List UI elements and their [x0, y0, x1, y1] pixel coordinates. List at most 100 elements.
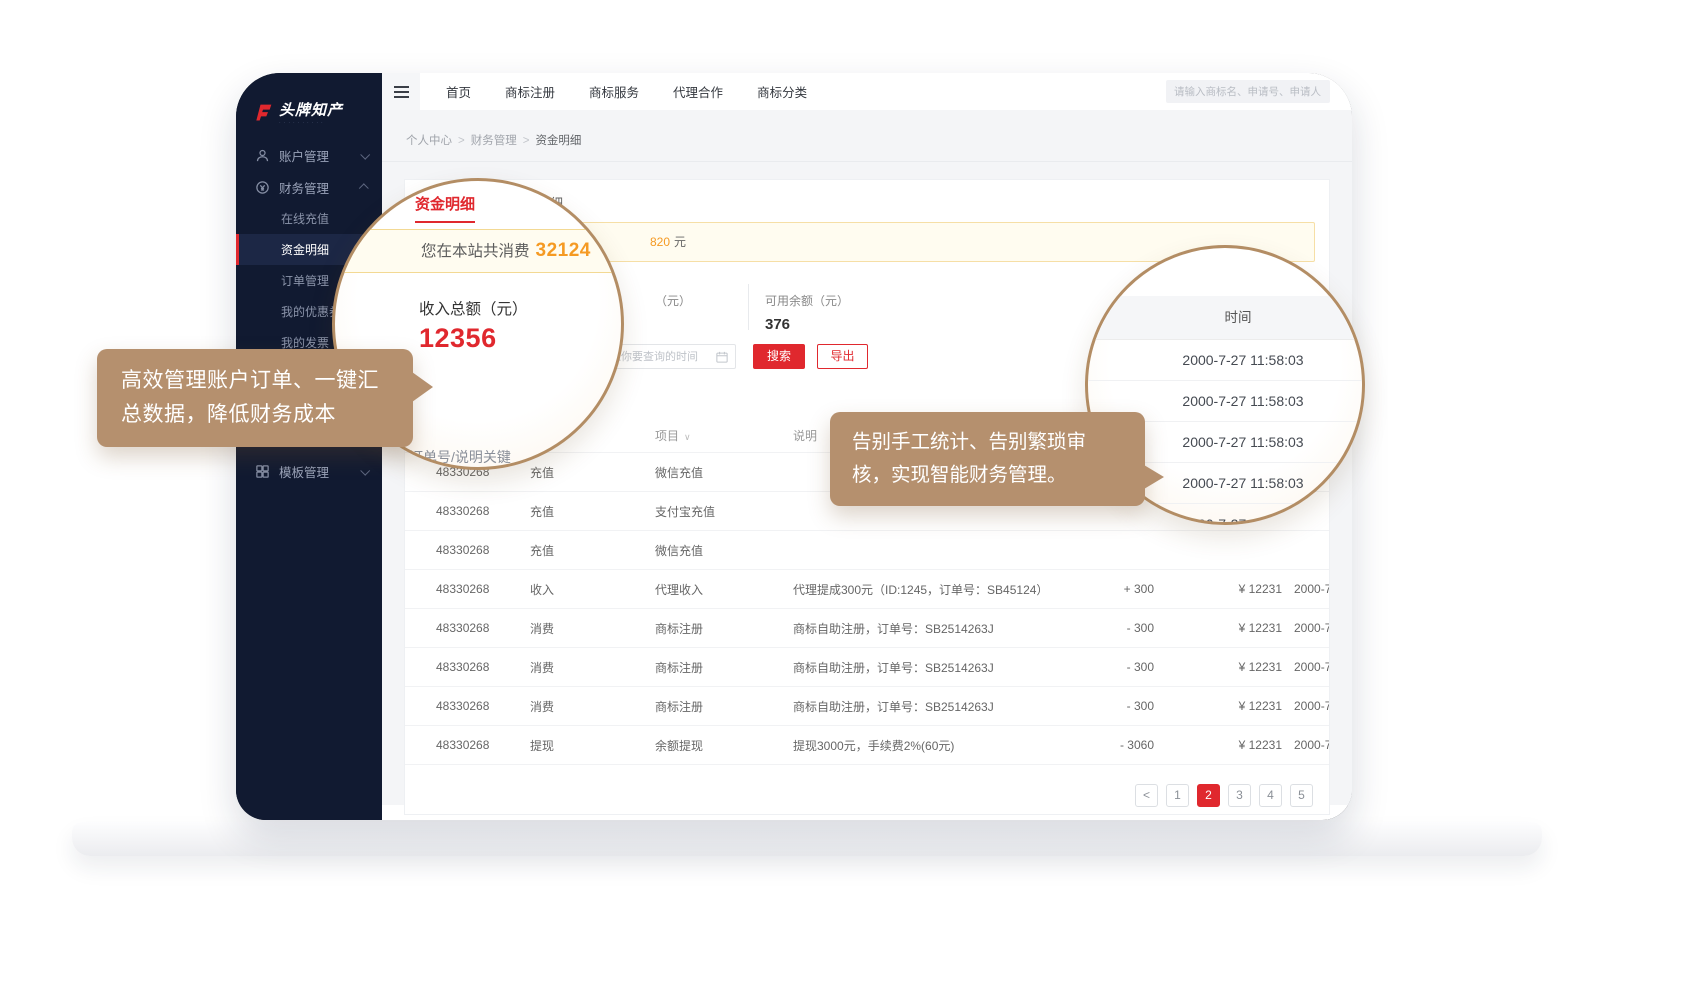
breadcrumb-current: 资金明细 — [535, 135, 581, 147]
pagination-page-button[interactable]: 3 — [1228, 784, 1251, 807]
cell-order: 48330268 — [405, 738, 530, 752]
cell-desc: 商标自助注册，订单号：SB2514263J — [793, 620, 1073, 637]
pagination-page-button[interactable]: 5 — [1290, 784, 1313, 807]
magnified-notice-bar: 您在本站共消费32124 — [333, 229, 623, 273]
col-header-project[interactable]: 项目∨ — [655, 427, 793, 444]
brand-name: 头牌知产 — [279, 103, 343, 119]
cell-order: 48330268 — [405, 543, 530, 557]
top-nav-tabs: 首页 商标注册 商标服务 代理合作 商标分类 — [446, 82, 807, 101]
cell-project: 代理收入 — [655, 581, 793, 598]
cell-project: 商标注册 — [655, 659, 793, 676]
cell-type: 充值 — [530, 542, 655, 559]
page: 头牌知产 ·········· 账户管理 — [0, 0, 1696, 1002]
magnified-time-cell-partial: 2000-7-27 11:58:03 — [1086, 504, 1364, 525]
callout-left-text: 高效管理账户订单、一键汇总数据，降低财务成本 — [121, 364, 389, 432]
cell-order: 48330268 — [405, 660, 530, 674]
export-button[interactable]: 导出 — [817, 344, 868, 369]
top-navbar: 首页 商标注册 商标服务 代理合作 商标分类 — [382, 73, 1352, 110]
cell-type: 收入 — [530, 581, 655, 598]
cell-order: 48330268 — [405, 621, 530, 635]
notice-unit: 元 — [674, 235, 686, 249]
available-balance-label: 可用余额（元） — [765, 292, 849, 309]
sort-caret-icon[interactable]: ∨ — [684, 432, 691, 442]
calendar-icon[interactable] — [716, 351, 728, 363]
template-icon — [255, 464, 270, 479]
hamburger-menu-icon[interactable] — [382, 73, 420, 110]
cell-desc: 代理提成300元（ID:1245，订单号：SB45124） — [793, 581, 1073, 598]
cell-desc: 商标自助注册，订单号：SB2514263J — [793, 698, 1073, 715]
magnified-income-label: 收入总额（元） — [419, 297, 528, 319]
sidebar-item-label: 账户管理 — [279, 146, 361, 165]
cell-desc: 商标自助注册，订单号：SB2514263J — [793, 659, 1073, 676]
callout-right: 告别手工统计、告别繁琐审核，实现智能财务管理。 — [830, 412, 1145, 506]
brand-subtext: ·········· — [279, 119, 343, 127]
pagination-page-button[interactable]: 1 — [1166, 784, 1189, 807]
brand-logo-icon — [253, 103, 273, 123]
breadcrumb: 个人中心>财务管理>资金明细 — [382, 110, 1352, 162]
cell-balance: ¥ 12231 — [1158, 621, 1286, 635]
sidebar-item-template[interactable]: 模板管理 — [236, 455, 382, 487]
search-button[interactable]: 搜索 — [753, 344, 805, 369]
cell-project: 商标注册 — [655, 698, 793, 715]
breadcrumb-item[interactable]: 个人中心 — [406, 135, 452, 147]
cell-type: 充值 — [530, 503, 655, 520]
nav-tab-home[interactable]: 首页 — [446, 82, 471, 101]
breadcrumb-separator: > — [523, 135, 530, 147]
magnified-time-column-header: 时间 — [1086, 296, 1364, 340]
nav-tab-trademark-register[interactable]: 商标注册 — [505, 82, 555, 101]
cell-amount: - 300 — [1073, 660, 1158, 674]
pagination-page-button[interactable]: 4 — [1259, 784, 1282, 807]
callout-right-text: 告别手工统计、告别繁琐审核，实现智能财务管理。 — [852, 426, 1123, 492]
cell-time: 2000-7-27 11:58:03 — [1286, 582, 1330, 596]
cell-balance: ¥ 12231 — [1158, 582, 1286, 596]
cell-type: 提现 — [530, 737, 655, 754]
sidebar-item-finance[interactable]: 财务管理 — [236, 171, 382, 203]
middle-stat-label-fragment: （元） — [655, 292, 691, 309]
cell-type: 消费 — [530, 698, 655, 715]
cell-amount: - 3060 — [1073, 738, 1158, 752]
finance-icon — [255, 180, 270, 195]
cell-order: 48330268 — [405, 699, 530, 713]
nav-tab-agent-coop[interactable]: 代理合作 — [673, 82, 723, 101]
cell-balance: ¥ 12231 — [1158, 660, 1286, 674]
cell-time: 2000-7-27 11:58:03 — [1286, 660, 1330, 674]
cell-time: 2000-7-27 11:58:03 — [1286, 621, 1330, 635]
cell-type: 消费 — [530, 659, 655, 676]
brand-text-block: 头牌知产 ·········· — [279, 103, 343, 127]
table-row: 48330268 提现 余额提现 提现3000元，手续费2%(60元) - 30… — [405, 726, 1330, 765]
magnified-time-cell: 2000-7-27 11:58:03 — [1086, 340, 1364, 381]
cell-type: 充值 — [530, 464, 655, 481]
pagination-prev-button[interactable]: < — [1135, 784, 1158, 807]
pagination-page-button-active[interactable]: 2 — [1197, 784, 1220, 807]
table-row: 48330268 消费 商标注册 商标自助注册，订单号：SB2514263J -… — [405, 609, 1330, 648]
notice-amount-fragment: 820 — [650, 235, 670, 249]
magnified-income-value: 12356 — [419, 323, 497, 354]
magnified-notice-amount: 32124 — [536, 240, 591, 261]
stats-divider — [748, 284, 749, 330]
sidebar-item-account[interactable]: 账户管理 — [236, 139, 382, 171]
user-icon — [255, 148, 270, 163]
callout-left: 高效管理账户订单、一键汇总数据，降低财务成本 — [97, 349, 413, 447]
cell-project: 微信充值 — [655, 464, 793, 481]
cell-order: 48330268 — [405, 504, 530, 518]
cell-balance: ¥ 12231 — [1158, 738, 1286, 752]
cell-desc: 提现3000元，手续费2%(60元) — [793, 737, 1073, 754]
breadcrumb-item[interactable]: 财务管理 — [471, 135, 517, 147]
callout-right-pointer — [1144, 465, 1164, 489]
cell-amount: - 300 — [1073, 699, 1158, 713]
sidebar-item-label: 财务管理 — [279, 178, 361, 197]
brand-logo: 头牌知产 ·········· — [253, 103, 343, 127]
cell-project: 支付宝充值 — [655, 503, 793, 520]
table-row: 48330268 收入 代理收入 代理提成300元（ID:1245，订单号：SB… — [405, 570, 1330, 609]
nav-tab-trademark-service[interactable]: 商标服务 — [589, 82, 639, 101]
chevron-down-icon — [360, 149, 370, 159]
nav-tab-trademark-category[interactable]: 商标分类 — [757, 82, 807, 101]
cell-project: 余额提现 — [655, 737, 793, 754]
sidebar-item-label: 模板管理 — [279, 462, 361, 481]
magnified-order-column-header: 订单号/说明关键 — [409, 447, 511, 467]
chevron-down-icon — [360, 465, 370, 475]
trademark-search-input[interactable] — [1166, 80, 1330, 103]
cell-balance: ¥ 12231 — [1158, 699, 1286, 713]
cell-project: 微信充值 — [655, 542, 793, 559]
cell-amount: + 300 — [1073, 582, 1158, 596]
